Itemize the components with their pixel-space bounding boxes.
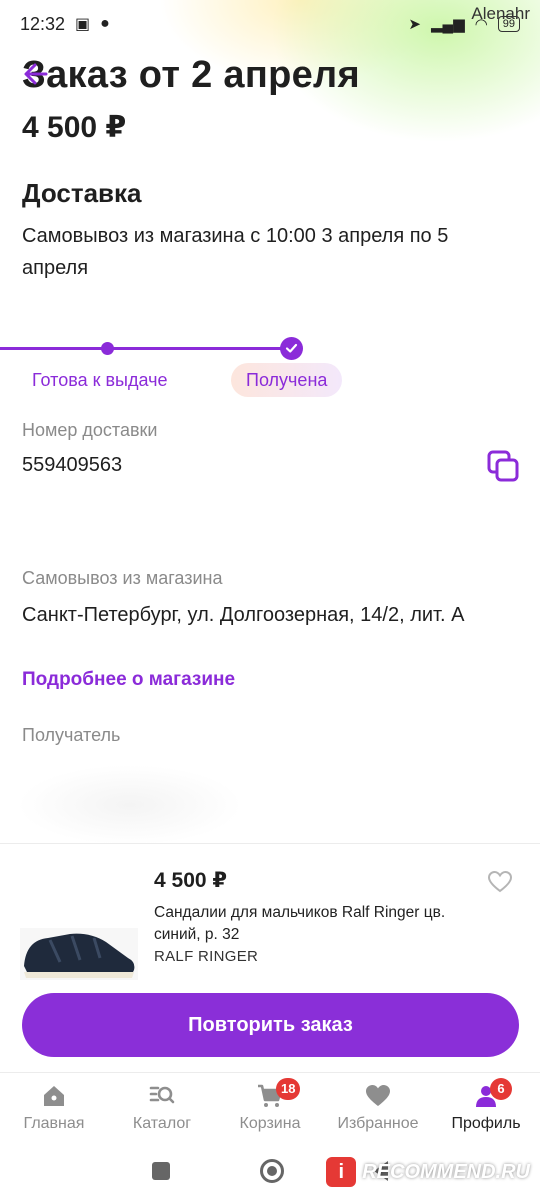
nav-profile[interactable]: Профиль 6	[432, 1073, 540, 1142]
recents-icon[interactable]	[152, 1162, 170, 1180]
drop-icon: ●	[100, 15, 110, 32]
nav-favorites[interactable]: Избранное	[324, 1073, 432, 1142]
nav-profile-label: Профиль	[451, 1115, 521, 1132]
nav-cart-label: Корзина	[239, 1115, 301, 1132]
order-total: 4 500 ₽	[22, 111, 127, 144]
recipient-blurred	[0, 755, 280, 855]
heart-icon	[366, 1085, 390, 1106]
recipient-label: Получатель	[22, 725, 121, 745]
product-price: 4 500 ₽	[154, 869, 227, 892]
pickup-label: Самовывоз из магазина	[22, 568, 223, 588]
bottom-nav: Главная Каталог Корзина 18 Избранное Про…	[0, 1072, 540, 1142]
delivery-description: Самовывоз из магазина с 10:00 3 апреля п…	[22, 225, 449, 279]
copy-icon[interactable]	[486, 449, 520, 483]
step-ready: Готова к выдаче	[32, 370, 168, 390]
nav-cart[interactable]: Корзина 18	[216, 1073, 324, 1142]
product-image	[20, 928, 138, 980]
signal-icon: ▂▄▆	[430, 16, 465, 33]
watermark-username: Alenahr	[471, 4, 530, 23]
page-title: Заказ от 2 апреля	[22, 54, 360, 96]
cart-count-badge: 18	[276, 1078, 301, 1100]
store-address: Санкт-Петербург, ул. Долгоозерная, 14/2,…	[22, 604, 465, 626]
heart-outline-icon[interactable]	[487, 870, 513, 894]
store-details-link[interactable]: Подробнее о магазине	[22, 669, 235, 691]
progress-step-dot	[101, 342, 114, 355]
delivery-heading: Доставка	[22, 178, 142, 208]
nav-catalog-label: Каталог	[132, 1115, 192, 1132]
product-name[interactable]: Сандалии для мальчиков Ralf Ringer цв. с…	[154, 902, 484, 946]
home-icon	[44, 1086, 64, 1106]
nfc-icon: ▣	[75, 16, 91, 33]
nav-home-label: Главная	[23, 1115, 85, 1132]
product-brand: RALF RINGER	[154, 948, 259, 965]
nav-catalog[interactable]: Каталог	[108, 1073, 216, 1142]
step-received: Получена	[231, 363, 343, 397]
progress-check-icon	[280, 337, 303, 360]
watermark-text: RECOMMEND.RU	[362, 1160, 530, 1183]
product-card[interactable]: 4 500 ₽ Сандалии для мальчиков Ralf Ring…	[0, 843, 540, 993]
watermark-badge: i	[326, 1157, 357, 1187]
repeat-order-button[interactable]: Повторить заказ	[22, 993, 519, 1057]
home-button-icon[interactable]	[260, 1159, 284, 1183]
delivery-number-value: 559409563	[22, 454, 123, 476]
status-bar: 12:32 ▣ ● ➤ ▂▄▆ ◠ 99	[0, 0, 540, 48]
status-time: 12:32	[20, 13, 66, 34]
nav-favorites-label: Избранное	[337, 1115, 419, 1132]
progress-line	[0, 347, 290, 350]
location-icon: ➤	[408, 16, 421, 33]
order-progress	[0, 336, 540, 366]
profile-count-badge: 6	[490, 1078, 512, 1100]
catalog-search-icon	[149, 1086, 175, 1104]
back-arrow-icon[interactable]	[22, 60, 50, 88]
delivery-number-label: Номер доставки	[22, 420, 158, 440]
nav-home[interactable]: Главная	[0, 1073, 108, 1142]
watermark-logo: i RECOMMEND.RU	[326, 1154, 530, 1190]
